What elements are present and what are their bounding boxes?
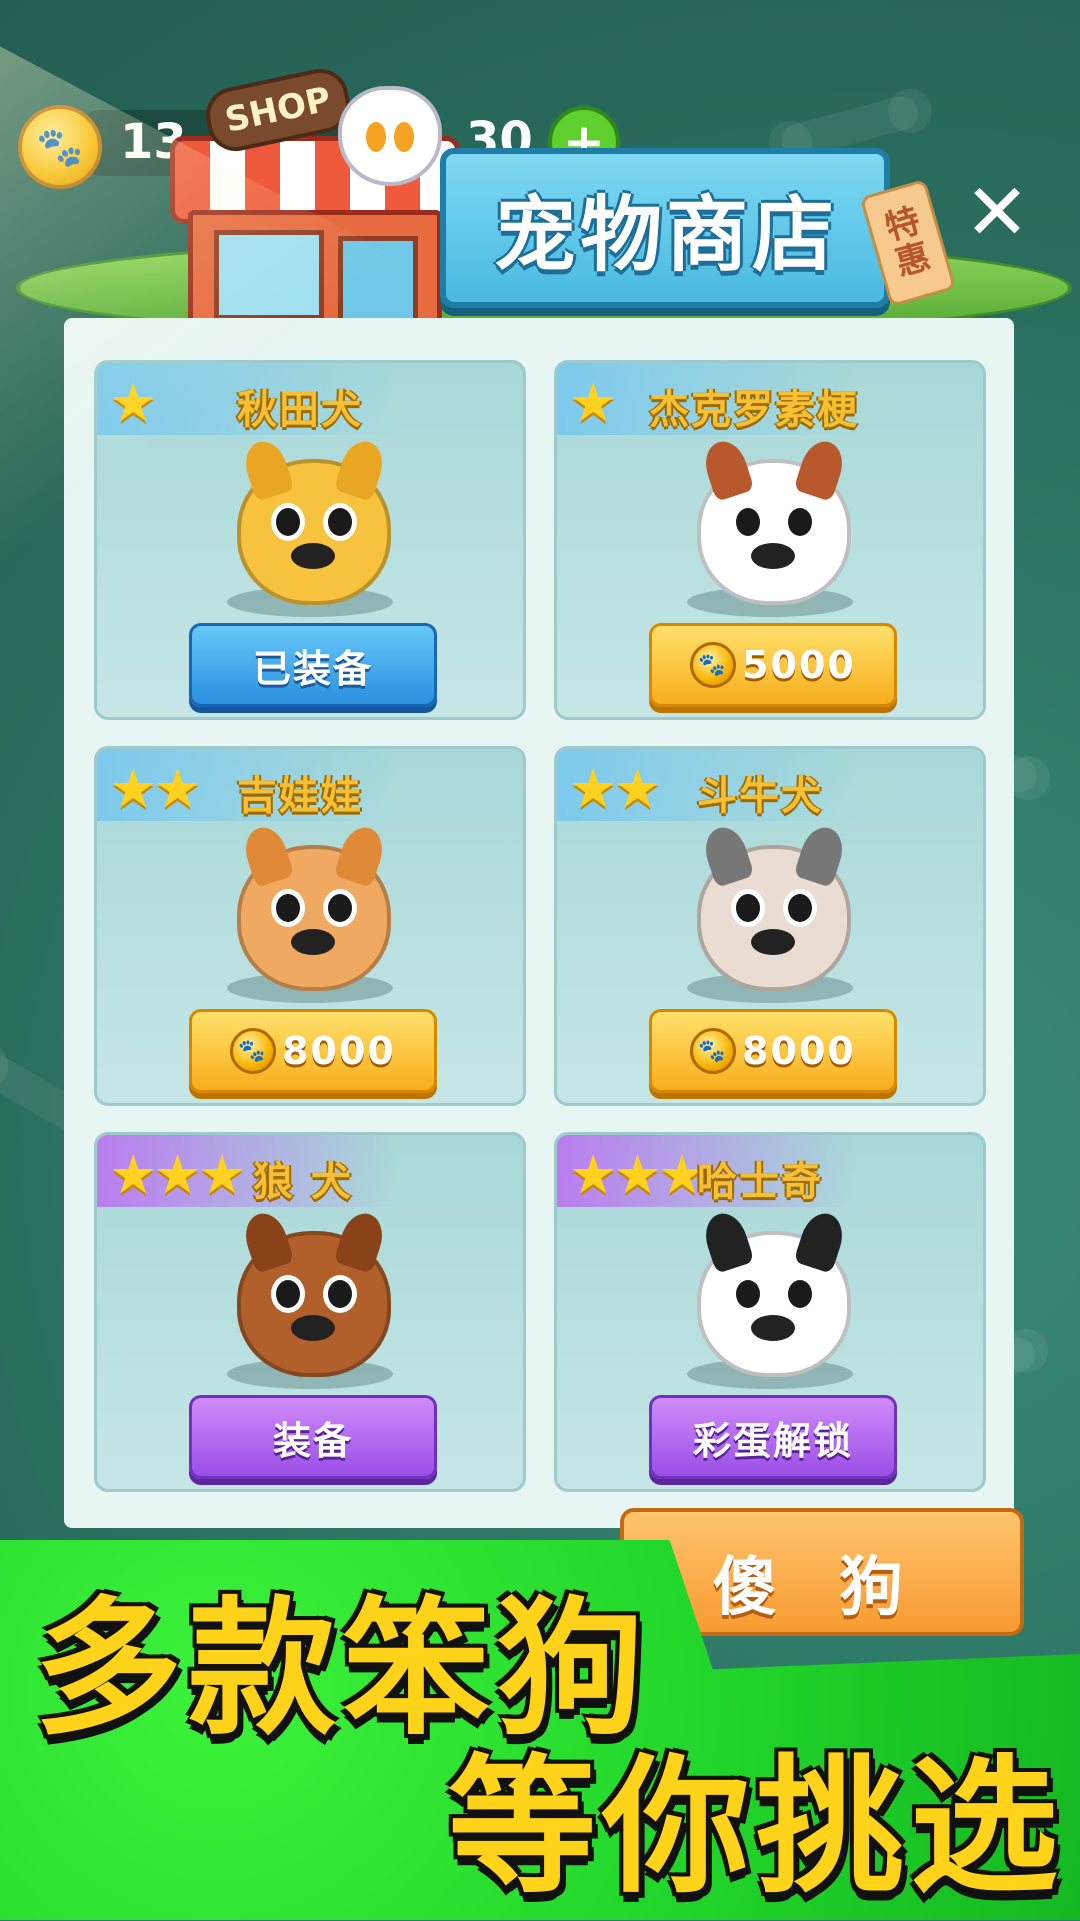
star-rating: ★★★ [569, 1143, 706, 1206]
paw-coin-icon: 🐾 [230, 1028, 277, 1074]
dog-eye [783, 889, 817, 927]
paw-coin-icon: 🐾 [690, 642, 737, 688]
buy-button[interactable]: 🐾 8000 [649, 1009, 897, 1093]
star-rating: ★★ [109, 757, 202, 820]
dog-eye [271, 503, 305, 541]
dog-eye [783, 503, 817, 541]
paw-coin-icon: 🐾 [690, 1028, 737, 1074]
star-rating: ★★★ [109, 1143, 246, 1206]
wolfdog-dog-icon [237, 1208, 391, 1377]
dog-ear [333, 822, 389, 888]
pet-card-chihuahua[interactable]: ★★ 吉娃娃 🐾 8000 [94, 746, 526, 1106]
pet-card-wolfdog[interactable]: ★★★ 狼 犬 装备 [94, 1132, 526, 1492]
pet-name: 吉娃娃 [237, 773, 363, 819]
cat-mascot-icon [338, 86, 442, 186]
dog-nose [751, 929, 795, 955]
coin-icon: 🐾 [18, 105, 102, 189]
pet-name: 杰克罗素梗 [649, 387, 859, 433]
dog-eye [783, 1275, 817, 1313]
dog-ear [793, 822, 849, 888]
tag-text-2: 惠 [891, 236, 935, 285]
dog-nose [291, 543, 335, 569]
close-button[interactable]: ✕ [962, 174, 1032, 252]
dog-eye [731, 1275, 765, 1313]
dog-eye [323, 1275, 357, 1313]
dog-nose [291, 1315, 335, 1341]
dog-eye [731, 889, 765, 927]
bulldog-dog-icon [697, 822, 851, 991]
shop-house-icon: SHOP [170, 60, 460, 332]
page-title: 宠物商店 [493, 188, 838, 283]
dog-ear [699, 436, 755, 502]
equip-button[interactable]: 装备 [189, 1395, 437, 1479]
star-rating: ★★ [569, 757, 662, 820]
shop-panel: ★ 秋田犬 已装备 ★ 杰克罗素梗 🐾 5000 ★★ 吉娃娃 🐾 8000 ★… [64, 318, 1014, 1528]
dog-ear [793, 1208, 849, 1274]
dog-nose [291, 929, 335, 955]
equipped-button[interactable]: 已装备 [189, 623, 437, 707]
dog-ear [793, 436, 849, 502]
pet-name: 秋田犬 [237, 387, 363, 433]
pet-card-husky[interactable]: ★★★ 哈士奇 彩蛋解锁 [554, 1132, 986, 1492]
dog-eye [271, 889, 305, 927]
shop-window [214, 230, 324, 320]
dog-eye [323, 889, 357, 927]
akita-dog-icon [237, 436, 391, 605]
star-rating: ★ [569, 371, 617, 434]
promo-line-2: 等你挑选 [448, 1741, 1064, 1913]
husky-dog-icon [697, 1208, 851, 1377]
buy-button[interactable]: 🐾 5000 [649, 623, 897, 707]
dog-ear [333, 436, 389, 502]
dog-ear [699, 822, 755, 888]
dog-nose [751, 1315, 795, 1341]
dog-nose [751, 543, 795, 569]
jack-russell-dog-icon [697, 436, 851, 605]
dog-eye [731, 503, 765, 541]
chihuahua-dog-icon [237, 822, 391, 991]
dog-ear [699, 1208, 755, 1274]
dog-ear [239, 1208, 295, 1274]
pet-card-bulldog[interactable]: ★★ 斗牛犬 🐾 8000 [554, 746, 986, 1106]
pet-name: 狼 犬 [253, 1159, 353, 1205]
unlock-button[interactable]: 彩蛋解锁 [649, 1395, 897, 1479]
dog-ear [239, 822, 295, 888]
dog-eye [271, 1275, 305, 1313]
buy-button[interactable]: 🐾 8000 [189, 1009, 437, 1093]
dog-ear [239, 436, 295, 502]
pet-card-akita[interactable]: ★ 秋田犬 已装备 [94, 360, 526, 720]
pet-name: 斗牛犬 [697, 773, 823, 819]
pet-card-jack-russell[interactable]: ★ 杰克罗素梗 🐾 5000 [554, 360, 986, 720]
dog-eye [323, 503, 357, 541]
dog-ear [333, 1208, 389, 1274]
star-rating: ★ [109, 371, 157, 434]
pet-name: 哈士奇 [697, 1159, 823, 1205]
